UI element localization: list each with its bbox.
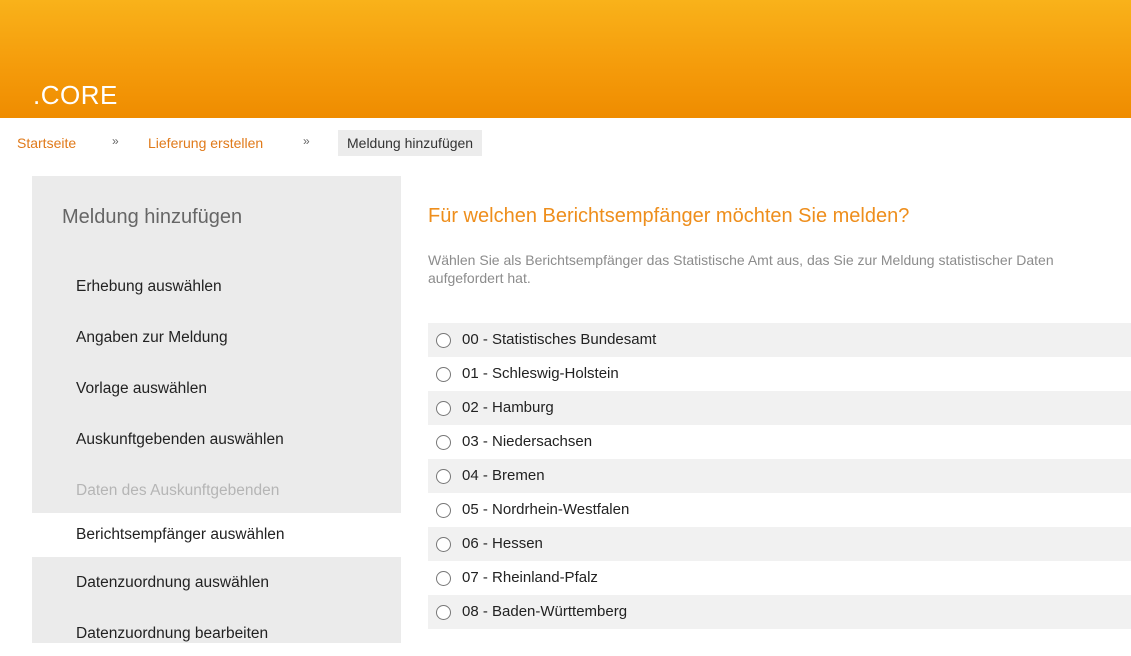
breadcrumb-current: Meldung hinzufügen xyxy=(338,130,483,156)
recipient-option[interactable]: 04 - Bremen xyxy=(428,459,1131,493)
recipient-option-label: 02 - Hamburg xyxy=(462,399,554,416)
breadcrumb-startseite[interactable]: Startseite xyxy=(17,135,76,151)
breadcrumb-separator: » xyxy=(112,134,119,148)
recipient-option-label: 07 - Rheinland-Pfalz xyxy=(462,569,598,586)
breadcrumb: Startseite » Lieferung erstellen » Meldu… xyxy=(0,128,1131,158)
recipient-option-label: 03 - Niedersachsen xyxy=(462,433,593,450)
recipient-option[interactable]: 07 - Rheinland-Pfalz xyxy=(428,561,1131,595)
radio-button[interactable] xyxy=(436,571,451,586)
recipient-option-label: 00 - Statistisches Bundesamt xyxy=(462,331,657,348)
recipient-option[interactable]: 00 - Statistisches Bundesamt xyxy=(428,323,1131,357)
radio-button[interactable] xyxy=(436,401,451,416)
recipient-option-label: 04 - Bremen xyxy=(462,467,545,484)
sidebar-title: Meldung hinzufügen xyxy=(62,206,243,228)
radio-button[interactable] xyxy=(436,367,451,382)
step-berichtsempfaenger-auswaehlen[interactable]: Berichtsempfänger auswählen xyxy=(32,513,401,557)
radio-button[interactable] xyxy=(436,537,451,552)
step-vorlage-auswaehlen[interactable]: Vorlage auswählen xyxy=(32,367,401,411)
instruction-text: Wählen Sie als Berichtsempfänger das Sta… xyxy=(428,252,1054,286)
recipient-option-label: 06 - Hessen xyxy=(462,535,543,552)
breadcrumb-separator: » xyxy=(303,134,310,148)
radio-button[interactable] xyxy=(436,333,451,348)
radio-button[interactable] xyxy=(436,435,451,450)
recipient-option[interactable]: 02 - Hamburg xyxy=(428,391,1131,425)
radio-button[interactable] xyxy=(436,503,451,518)
app-logo[interactable]: .CORE xyxy=(33,80,118,111)
step-datenzuordnung-bearbeiten[interactable]: Datenzuordnung bearbeiten xyxy=(32,612,401,656)
step-datenzuordnung-auswaehlen[interactable]: Datenzuordnung auswählen xyxy=(32,561,401,605)
recipient-option[interactable]: 06 - Hessen xyxy=(428,527,1131,561)
recipient-option-label: 08 - Baden-Württemberg xyxy=(462,603,628,620)
breadcrumb-lieferung-erstellen[interactable]: Lieferung erstellen xyxy=(148,135,263,151)
recipient-option-label: 05 - Nordrhein-Westfalen xyxy=(462,501,630,518)
recipient-option[interactable]: 01 - Schleswig-Holstein xyxy=(428,357,1131,391)
wizard-sidebar: Meldung hinzufügen Erhebung auswählen An… xyxy=(32,176,401,643)
recipient-option[interactable]: 03 - Niedersachsen xyxy=(428,425,1131,459)
page-heading: Für welchen Berichtsempfänger möchten Si… xyxy=(428,205,910,227)
step-daten-des-auskunftgebenden: Daten des Auskunftgebenden xyxy=(76,482,280,499)
step-angaben-zur-meldung[interactable]: Angaben zur Meldung xyxy=(32,316,401,360)
radio-button[interactable] xyxy=(436,469,451,484)
recipient-radio-group: 00 - Statistisches Bundesamt 01 - Schles… xyxy=(428,323,1131,629)
step-erhebung-auswaehlen[interactable]: Erhebung auswählen xyxy=(32,265,401,309)
recipient-option[interactable]: 08 - Baden-Württemberg xyxy=(428,595,1131,629)
radio-button[interactable] xyxy=(436,605,451,620)
recipient-option[interactable]: 05 - Nordrhein-Westfalen xyxy=(428,493,1131,527)
app-header: .CORE xyxy=(0,0,1131,118)
step-auskunftgebenden-auswaehlen[interactable]: Auskunftgebenden auswählen xyxy=(32,418,401,462)
main-content: Für welchen Berichtsempfänger möchten Si… xyxy=(401,176,1131,643)
recipient-option-label: 01 - Schleswig-Holstein xyxy=(462,365,619,382)
